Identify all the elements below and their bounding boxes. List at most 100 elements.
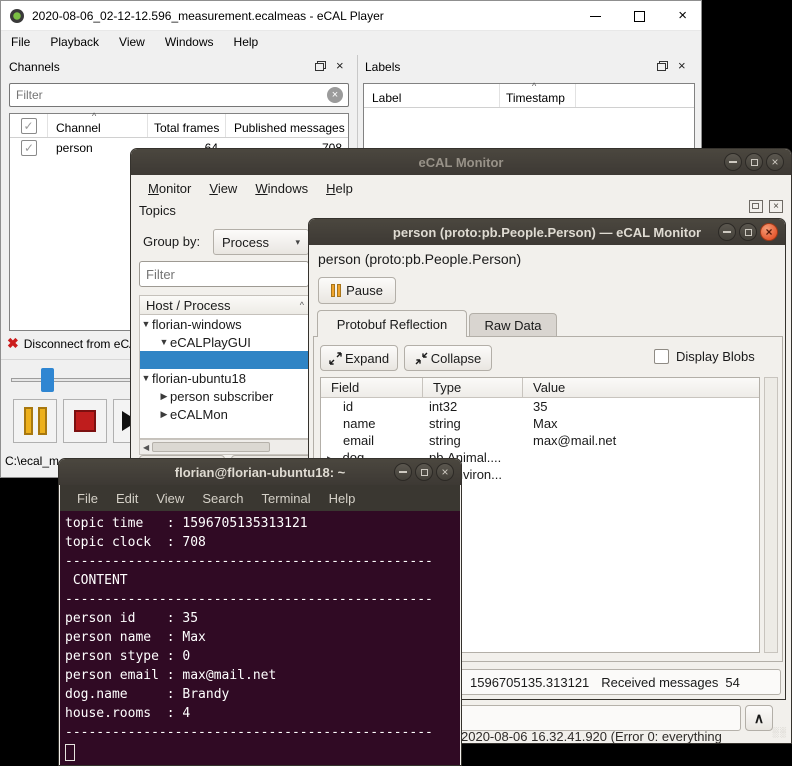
- collapse-label: Collapse: [430, 350, 482, 366]
- terminal-line: topic time : 1596705135313121: [65, 516, 308, 531]
- detail-maximize-icon[interactable]: [739, 223, 757, 241]
- terminal-menu-search[interactable]: Search: [193, 487, 252, 510]
- playback-slider-handle[interactable]: [41, 368, 54, 392]
- tree-horizontal-scrollbar[interactable]: ◀: [139, 439, 311, 455]
- scroll-left-icon[interactable]: ◀: [140, 443, 152, 452]
- tree-header-host-process[interactable]: Host / Process ^: [139, 295, 311, 315]
- col-type[interactable]: Type: [423, 378, 523, 397]
- window-terminal: florian@florian-ubuntu18: ~ × File Edit …: [58, 458, 462, 766]
- tree-item-selected-topic[interactable]: [140, 351, 310, 369]
- player-close-icon[interactable]: ×: [678, 1, 687, 31]
- labels-col-timestamp[interactable]: ^ Timestamp: [500, 81, 576, 107]
- log-expand-button[interactable]: ∧: [745, 705, 773, 731]
- tree-item-ecalplaygui[interactable]: ▼ eCALPlayGUI: [140, 333, 310, 351]
- tab-protobuf-reflection[interactable]: Protobuf Reflection: [317, 310, 467, 337]
- tree-item-florian-ubuntu18[interactable]: ▼ florian-ubuntu18: [140, 369, 310, 387]
- group-by-combobox[interactable]: Process ▾: [213, 229, 309, 255]
- monitor-maximize-icon[interactable]: [745, 153, 763, 171]
- channels-col-channel[interactable]: ^ Channel: [48, 111, 148, 137]
- tree-expanded-icon[interactable]: ▼: [140, 373, 152, 383]
- labels-float-icon[interactable]: [657, 61, 668, 71]
- channels-close-icon[interactable]: ×: [336, 59, 344, 72]
- terminal-line: person name : Max: [65, 630, 206, 645]
- disconnect-button[interactable]: ✖ Disconnect from eCAL: [7, 335, 144, 352]
- expand-icon: [329, 351, 342, 365]
- topics-filter-input[interactable]: [140, 262, 308, 286]
- monitor-menu-monitor[interactable]: Monitor: [139, 177, 200, 200]
- measurement-path-text: C:\ecal_m: [5, 454, 60, 468]
- status-timestamp: 1596705135.313121: [470, 674, 590, 690]
- labels-col-label[interactable]: Label: [364, 84, 500, 107]
- terminal-menu-view[interactable]: View: [147, 487, 193, 510]
- channels-select-all-checkbox[interactable]: ✓: [20, 118, 37, 134]
- pause-button[interactable]: Pause: [318, 277, 396, 304]
- terminal-line: house.rooms : 4: [65, 706, 191, 721]
- terminal-output[interactable]: topic time : 1596705135313121 topic cloc…: [60, 511, 460, 765]
- expand-button[interactable]: Expand: [320, 345, 398, 371]
- terminal-menu-terminal[interactable]: Terminal: [253, 487, 320, 510]
- mdi-restore-icon[interactable]: [749, 200, 763, 213]
- detail-titlebar[interactable]: person (proto:pb.People.Person) — eCAL M…: [309, 219, 785, 245]
- player-menu-file[interactable]: File: [1, 32, 40, 52]
- tree-collapsed-icon[interactable]: ▶: [158, 391, 170, 402]
- tree-item-ecalmon[interactable]: ▶ eCALMon: [140, 405, 310, 423]
- display-blobs-label: Display Blobs: [676, 349, 755, 364]
- monitor-menu-view[interactable]: View: [200, 177, 246, 200]
- monitor-menu-help[interactable]: Help: [317, 177, 362, 200]
- tree-item-person-subscriber[interactable]: ▶ person subscriber: [140, 387, 310, 405]
- channels-col-published[interactable]: Published messages: [226, 114, 348, 137]
- terminal-maximize-icon[interactable]: [415, 463, 433, 481]
- table-vertical-scrollbar[interactable]: [764, 377, 778, 653]
- detail-close-icon[interactable]: ×: [760, 223, 778, 241]
- channel-checkbox[interactable]: ✓: [21, 140, 37, 156]
- player-menu-view[interactable]: View: [109, 32, 155, 52]
- terminal-menu-help[interactable]: Help: [320, 487, 365, 510]
- terminal-titlebar[interactable]: florian@florian-ubuntu18: ~ ×: [59, 459, 461, 485]
- mdi-close-icon[interactable]: ×: [769, 200, 783, 213]
- col-value[interactable]: Value: [523, 378, 759, 397]
- field-row-id[interactable]: id int32 35: [321, 398, 759, 415]
- labels-close-icon[interactable]: ×: [678, 59, 686, 72]
- player-menu-playback[interactable]: Playback: [40, 32, 109, 52]
- tree-expanded-icon[interactable]: ▼: [158, 337, 170, 347]
- player-minimize-icon[interactable]: [590, 15, 602, 17]
- tree-expanded-icon[interactable]: ▼: [140, 319, 152, 329]
- field-row-email[interactable]: email string max@mail.net: [321, 432, 759, 449]
- tree-collapsed-icon[interactable]: ▶: [158, 409, 170, 420]
- monitor-titlebar[interactable]: eCAL Monitor ×: [131, 149, 791, 175]
- stop-playback-button[interactable]: [63, 399, 107, 443]
- pause-icon: [331, 284, 342, 297]
- pause-playback-button[interactable]: [13, 399, 57, 443]
- terminal-line: CONTENT: [65, 573, 128, 588]
- display-blobs-checkbox[interactable]: [654, 349, 669, 364]
- player-menu-windows[interactable]: Windows: [155, 32, 224, 52]
- terminal-menu-edit[interactable]: Edit: [107, 487, 147, 510]
- player-titlebar[interactable]: 2020-08-06_02-12-12.596_measurement.ecal…: [1, 1, 701, 31]
- monitor-menu-windows[interactable]: Windows: [246, 177, 317, 200]
- channels-col-total-frames[interactable]: Total frames: [148, 114, 226, 137]
- terminal-minimize-icon[interactable]: [394, 463, 412, 481]
- terminal-line: dog.name : Brandy: [65, 687, 230, 702]
- field-row-name[interactable]: name string Max: [321, 415, 759, 432]
- terminal-menu-file[interactable]: File: [68, 487, 107, 510]
- tree-item-florian-windows[interactable]: ▼ florian-windows: [140, 315, 310, 333]
- player-maximize-icon[interactable]: [634, 10, 646, 22]
- resize-grip[interactable]: ░░: [772, 727, 787, 737]
- topics-filter[interactable]: [139, 261, 309, 287]
- terminal-line: topic clock : 708: [65, 535, 206, 550]
- channels-filter[interactable]: ×: [9, 83, 349, 107]
- status-received-label: Received messages: [601, 674, 719, 690]
- scrollbar-thumb[interactable]: [152, 442, 271, 452]
- channels-filter-input[interactable]: [10, 84, 348, 106]
- filter-clear-icon[interactable]: ×: [327, 87, 343, 103]
- terminal-close-icon[interactable]: ×: [436, 463, 454, 481]
- detail-minimize-icon[interactable]: [718, 223, 736, 241]
- monitor-minimize-icon[interactable]: [724, 153, 742, 171]
- player-app-icon: [10, 8, 24, 23]
- monitor-close-icon[interactable]: ×: [766, 153, 784, 171]
- channels-float-icon[interactable]: [315, 61, 326, 71]
- col-field[interactable]: Field: [321, 378, 423, 397]
- player-menu-help[interactable]: Help: [224, 32, 269, 52]
- tab-raw-data[interactable]: Raw Data: [469, 313, 557, 337]
- collapse-button[interactable]: Collapse: [404, 345, 492, 371]
